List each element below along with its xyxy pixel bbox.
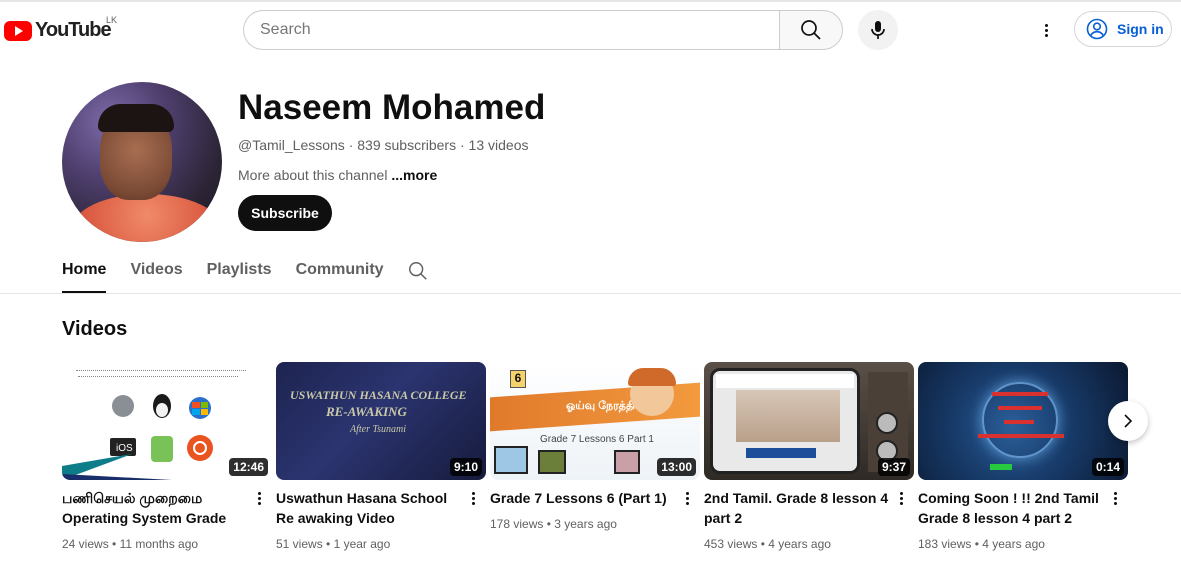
channel-avatar: [62, 82, 222, 242]
upload-age: 4 years ago: [982, 537, 1045, 551]
youtube-logo[interactable]: YouTube LK: [4, 15, 117, 42]
subscriber-count: 839 subscribers: [357, 137, 457, 153]
video-menu-button[interactable]: [254, 488, 264, 508]
view-count: 51 views: [276, 537, 323, 551]
video-title[interactable]: Coming Soon ! !! 2nd Tamil Grade 8 lesso…: [918, 488, 1104, 528]
tabs-divider: [0, 293, 1181, 294]
video-thumbnail[interactable]: iOS 12:46: [62, 362, 272, 480]
upload-age: 11 months ago: [119, 537, 199, 551]
video-title[interactable]: Grade 7 Lessons 6 (Part 1): [490, 488, 676, 508]
video-card[interactable]: iOS 12:46 பணிசெயல் முறைமை Operating Syst…: [62, 362, 272, 551]
thumb-caption: Grade 7 Lessons 6 Part 1: [540, 434, 654, 445]
voice-search-button[interactable]: [858, 10, 898, 50]
section-title[interactable]: Videos: [62, 318, 127, 341]
video-card[interactable]: 9:37 2nd Tamil. Grade 8 lesson 4 part 2 …: [704, 362, 914, 551]
search-icon: [409, 262, 427, 280]
video-menu-button[interactable]: [682, 488, 692, 508]
search-box[interactable]: [243, 10, 780, 50]
video-thumbnail[interactable]: USWATHUN HASANA COLLEGE RE-AWAKING After…: [276, 362, 486, 480]
video-meta: 178 views • 3 years ago: [490, 517, 617, 531]
thumb-subheading: RE-AWAKING: [326, 404, 407, 419]
sign-in-label: Sign in: [1117, 21, 1164, 37]
more-vert-icon: [1044, 23, 1048, 37]
account-icon: [1086, 18, 1108, 40]
youtube-play-icon: [4, 20, 32, 41]
tab-videos[interactable]: Videos: [130, 252, 182, 293]
video-title[interactable]: பணிசெயல் முறைமை Operating System Grade 1…: [62, 488, 248, 528]
chevron-right-icon: [1124, 414, 1133, 428]
channel-about[interactable]: More about this channel ...more: [238, 167, 437, 183]
video-meta: 24 views • 11 months ago: [62, 537, 199, 551]
video-thumbnail[interactable]: 6 ஓய்வு நேரத்தில் Grade 7 Lessons 6 Part…: [490, 362, 700, 480]
about-text: More about this channel: [238, 167, 388, 183]
video-title[interactable]: 2nd Tamil. Grade 8 lesson 4 part 2: [704, 488, 890, 528]
video-meta: 183 views • 4 years ago: [918, 537, 1045, 551]
search-button[interactable]: [779, 10, 843, 50]
upload-age: 3 years ago: [554, 517, 617, 531]
microphone-icon: [871, 21, 885, 39]
video-duration: 0:14: [1091, 458, 1124, 476]
logo-text: YouTube: [35, 19, 112, 41]
channel-tabs: Home Videos Playlists Community: [62, 252, 408, 294]
subscribe-button[interactable]: Subscribe: [238, 195, 332, 231]
top-border: [0, 0, 1181, 2]
video-card[interactable]: 0:14 Coming Soon ! !! 2nd Tamil Grade 8 …: [918, 362, 1128, 551]
view-count: 24 views: [62, 537, 109, 551]
tab-home[interactable]: Home: [62, 252, 107, 293]
video-meta: 453 views • 4 years ago: [704, 537, 831, 551]
video-thumbnail[interactable]: 0:14: [918, 362, 1128, 480]
more-vert-icon: [471, 491, 475, 505]
video-count: 13 videos: [468, 137, 529, 153]
video-duration: 9:10: [449, 458, 482, 476]
thumb-heading: USWATHUN HASANA COLLEGE: [290, 388, 467, 402]
view-count: 453 views: [704, 537, 758, 551]
video-duration: 9:37: [877, 458, 910, 476]
more-vert-icon: [685, 491, 689, 505]
view-count: 183 views: [918, 537, 972, 551]
thumb-caption: After Tsunami: [350, 424, 407, 435]
video-thumbnail[interactable]: 9:37: [704, 362, 914, 480]
view-count: 178 views: [490, 517, 544, 531]
video-title[interactable]: Uswathun Hasana School Re awaking Video: [276, 488, 462, 528]
search-input[interactable]: [260, 21, 780, 39]
channel-name: Naseem Mohamed: [238, 88, 546, 127]
video-meta: 51 views • 1 year ago: [276, 537, 391, 551]
more-link[interactable]: ...more: [391, 167, 437, 183]
sign-in-button[interactable]: Sign in: [1074, 11, 1172, 47]
channel-handle: @Tamil_Lessons: [238, 137, 345, 153]
video-duration: 12:46: [229, 458, 268, 476]
thumb-number: 6: [510, 370, 526, 388]
video-duration: 13:00: [657, 458, 696, 476]
svg-text:iOS: iOS: [116, 443, 133, 454]
video-card[interactable]: USWATHUN HASANA COLLEGE RE-AWAKING After…: [276, 362, 486, 551]
carousel-next-button[interactable]: [1108, 401, 1148, 441]
channel-search-button[interactable]: [407, 260, 429, 287]
video-menu-button[interactable]: [1110, 488, 1120, 508]
tab-playlists[interactable]: Playlists: [207, 252, 272, 293]
video-menu-button[interactable]: [896, 488, 906, 508]
search-icon: [801, 20, 821, 40]
more-vert-icon: [1113, 491, 1117, 505]
more-vert-icon: [257, 491, 261, 505]
settings-menu-button[interactable]: [1032, 14, 1060, 46]
upload-age: 1 year ago: [333, 537, 391, 551]
more-vert-icon: [899, 491, 903, 505]
country-code: LK: [106, 15, 118, 25]
upload-age: 4 years ago: [768, 537, 831, 551]
video-menu-button[interactable]: [468, 488, 478, 508]
video-card[interactable]: 6 ஓய்வு நேரத்தில் Grade 7 Lessons 6 Part…: [490, 362, 700, 531]
channel-meta: @Tamil_Lessons · 839 subscribers · 13 vi…: [238, 137, 529, 153]
tab-community[interactable]: Community: [296, 252, 384, 293]
